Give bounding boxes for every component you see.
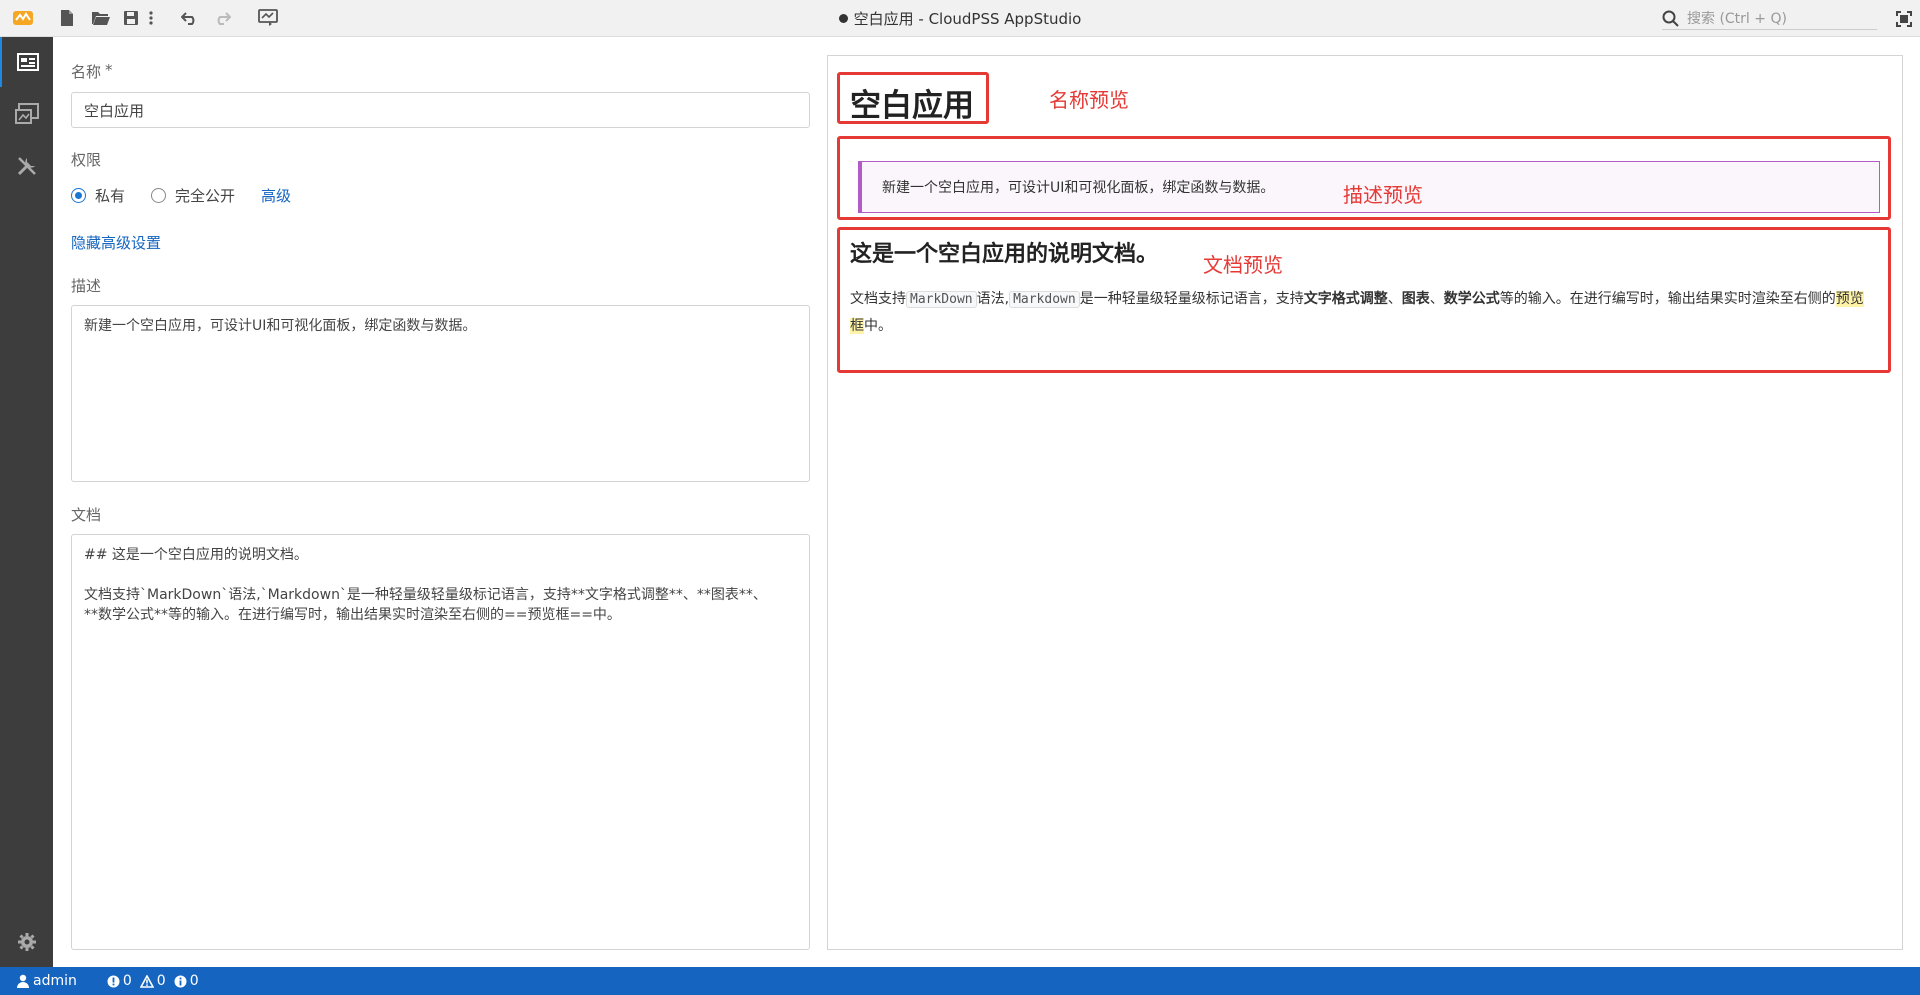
gallery-icon[interactable] — [0, 89, 53, 139]
search-placeholder: 搜索 (Ctrl + Q) — [1687, 11, 1787, 27]
description-textarea[interactable]: 新建一个空白应用，可设计UI和可视化面板，绑定函数与数据。 — [71, 305, 810, 482]
form-icon[interactable] — [0, 37, 53, 87]
user-name: admin — [33, 973, 77, 989]
annotation-label-name: 名称预览 — [1049, 88, 1129, 112]
unsaved-dot-icon — [838, 14, 848, 23]
radio-public-label: 完全公开 — [175, 186, 236, 205]
document-textarea[interactable]: ## 这是一个空白应用的说明文档。 文档支持`MarkDown`语法,`Mark… — [71, 534, 810, 950]
undo-icon[interactable] — [172, 0, 208, 37]
annotation-label-description: 描述预览 — [1343, 183, 1423, 207]
info-icon — [174, 975, 187, 987]
activity-bar — [0, 37, 53, 967]
status-bar: admin 0 0 0 — [0, 967, 1920, 995]
radio-unchecked-icon — [151, 187, 167, 203]
warning-icon — [139, 974, 154, 988]
radio-private-label: 私有 — [95, 186, 126, 205]
search-box[interactable]: 搜索 (Ctrl + Q) — [1662, 7, 1877, 30]
title-bar: 空白应用 - CloudPSS AppStudio 搜索 (Ctrl + Q) — [0, 0, 1920, 37]
info-count[interactable]: 0 — [174, 973, 199, 989]
preview-icon[interactable] — [250, 0, 286, 37]
radio-public[interactable]: 完全公开 — [151, 185, 235, 206]
open-folder-icon[interactable] — [84, 0, 118, 37]
error-count[interactable]: 0 — [107, 973, 132, 989]
window-title: 空白应用 - CloudPSS AppStudio — [0, 0, 1920, 37]
new-file-icon[interactable] — [50, 0, 84, 37]
user-status[interactable]: admin — [16, 973, 77, 989]
maximize-icon[interactable] — [1890, 0, 1918, 37]
form-panel: 名称* 权限 私有 完全公开 高级 隐藏高级设置 描述 新建一个空白应用，可设计… — [53, 37, 817, 967]
advanced-link[interactable]: 高级 — [261, 185, 291, 206]
name-input[interactable] — [71, 92, 810, 128]
permission-radio-group: 私有 完全公开 高级 — [71, 184, 291, 206]
radio-private[interactable]: 私有 — [71, 185, 125, 206]
save-icon[interactable] — [118, 0, 144, 37]
redo-icon[interactable] — [208, 0, 236, 37]
tools-icon[interactable] — [0, 141, 53, 191]
error-icon — [107, 975, 120, 987]
hide-advanced-link[interactable]: 隐藏高级设置 — [71, 232, 161, 253]
name-label: 名称 * — [71, 61, 113, 81]
annotation-label-document: 文档预览 — [1203, 253, 1283, 277]
required-mark: * — [105, 61, 113, 79]
gear-icon[interactable] — [0, 917, 53, 967]
annotation-box-document — [837, 227, 1891, 373]
window-title-text: 空白应用 - CloudPSS AppStudio — [853, 10, 1082, 28]
user-icon — [17, 974, 29, 988]
description-label: 描述 — [71, 277, 102, 295]
annotation-box-name — [837, 72, 989, 124]
search-icon — [1662, 10, 1679, 27]
permission-label: 权限 — [71, 151, 102, 169]
warning-count[interactable]: 0 — [139, 973, 166, 989]
document-label: 文档 — [71, 506, 102, 524]
radio-checked-icon — [71, 187, 86, 203]
app-logo-icon[interactable] — [10, 8, 36, 28]
more-vertical-icon[interactable] — [144, 0, 158, 37]
